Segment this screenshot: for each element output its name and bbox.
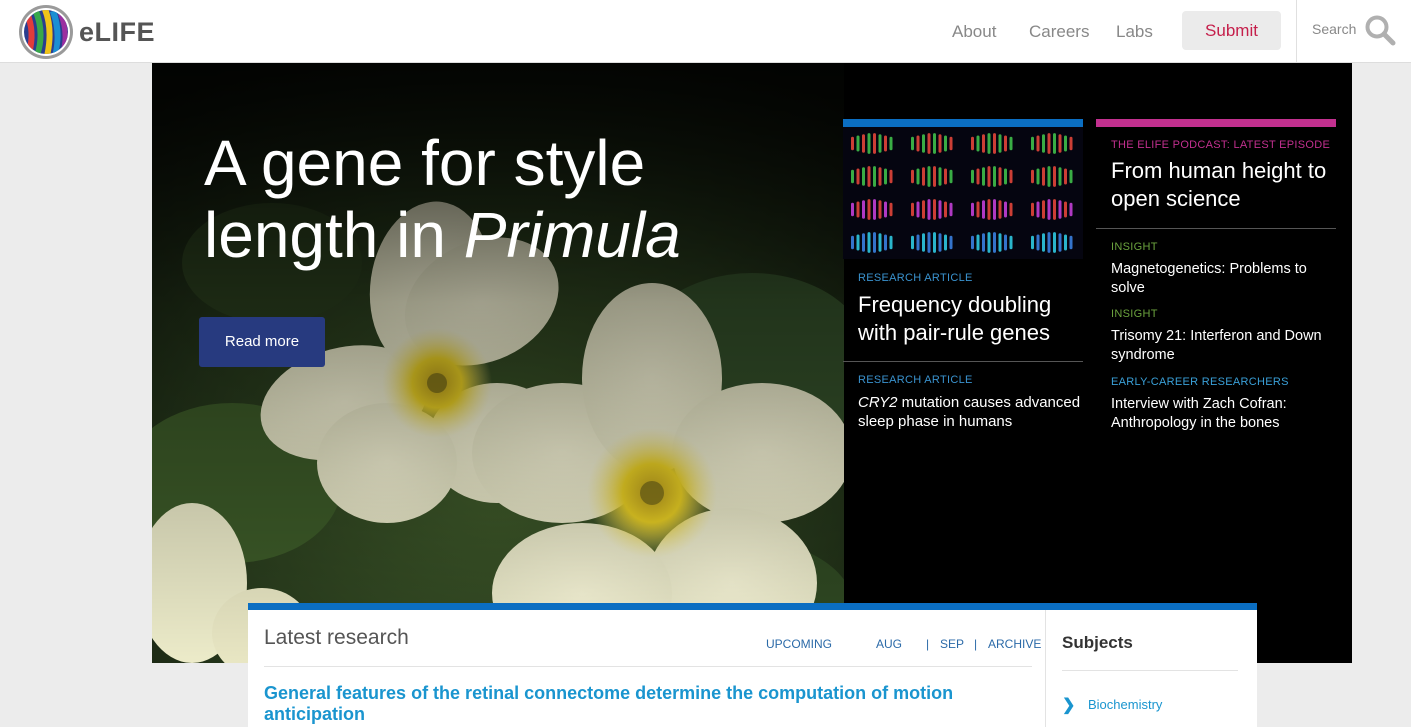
search-button[interactable]: Search	[1296, 0, 1411, 62]
category-label: Research Article	[858, 272, 973, 284]
column-accent-bar	[843, 119, 1083, 127]
read-more-button[interactable]: Read more	[199, 317, 325, 367]
category-label: Research Article	[858, 374, 973, 386]
divider	[1062, 670, 1238, 671]
podcast-title[interactable]: From human height to open science	[1111, 157, 1331, 213]
nav-labs-link[interactable]: Labs	[1116, 22, 1153, 42]
submit-button[interactable]: Submit	[1182, 11, 1281, 50]
aug-link[interactable]: AUG	[876, 637, 902, 651]
hero-title[interactable]: A gene for style length in Primula	[204, 127, 764, 271]
pair-rule-genes-image[interactable]	[843, 127, 1083, 259]
nav-separator: |	[974, 637, 978, 651]
elife-logo-icon	[19, 5, 73, 59]
subjects-title: Subjects	[1062, 633, 1133, 652]
featured-item-title[interactable]: Interview with Zach Cofran: Anthropology…	[1111, 395, 1336, 433]
chevron-right-icon: ❯	[1062, 697, 1076, 714]
site-header: eLIFE About Careers Labs Submit Search	[0, 0, 1411, 63]
featured-article-title[interactable]: CRY2 mutation causes advanced sleep phas…	[858, 393, 1083, 431]
hero-title-italic: Primula	[463, 199, 681, 271]
divider	[264, 666, 1032, 667]
category-label: Insight	[1111, 241, 1158, 253]
latest-research-title: Latest research	[264, 626, 409, 649]
divider	[1096, 228, 1336, 229]
latest-research-panel: Latest research UPCOMING AUG | SEP | ARC…	[248, 603, 1257, 727]
podcast-category-label: The eLife Podcast: Latest episode	[1111, 139, 1331, 151]
nav-careers-link[interactable]: Careers	[1029, 22, 1089, 42]
nav-about-link[interactable]: About	[952, 22, 996, 42]
featured-item-title[interactable]: Magnetogenetics: Problems to solve	[1111, 260, 1336, 298]
nav-separator: |	[926, 637, 930, 651]
featured-column-2: The eLife Podcast: Latest episode From h…	[1096, 119, 1336, 431]
category-label: Early-Career Researchers	[1111, 376, 1289, 388]
logo-text: eLIFE	[79, 16, 156, 47]
upcoming-link[interactable]: UPCOMING	[766, 637, 832, 651]
featured-column-1: Research Article Frequency doubling with…	[843, 119, 1083, 430]
search-icon	[1365, 15, 1396, 46]
divider	[843, 361, 1083, 362]
article-title-link[interactable]: General features of the retinal connecto…	[264, 683, 1004, 725]
hero-carousel: A gene for style length in Primula Read …	[152, 63, 1352, 663]
subjects-sidebar: Subjects ❯ Biochemistry	[1045, 610, 1257, 727]
featured-article-title[interactable]: Frequency doubling with pair-rule genes	[858, 291, 1083, 347]
category-label: Insight	[1111, 308, 1158, 320]
search-label: Search	[1312, 21, 1357, 37]
subject-link-biochemistry[interactable]: Biochemistry	[1088, 697, 1162, 712]
archive-link[interactable]: ARCHIVE	[988, 637, 1041, 651]
sep-link[interactable]: SEP	[940, 637, 964, 651]
featured-item-title[interactable]: Trisomy 21: Interferon and Down syndrome	[1111, 327, 1336, 365]
column-accent-bar	[1096, 119, 1336, 127]
elife-logo[interactable]: eLIFE	[18, 4, 155, 60]
